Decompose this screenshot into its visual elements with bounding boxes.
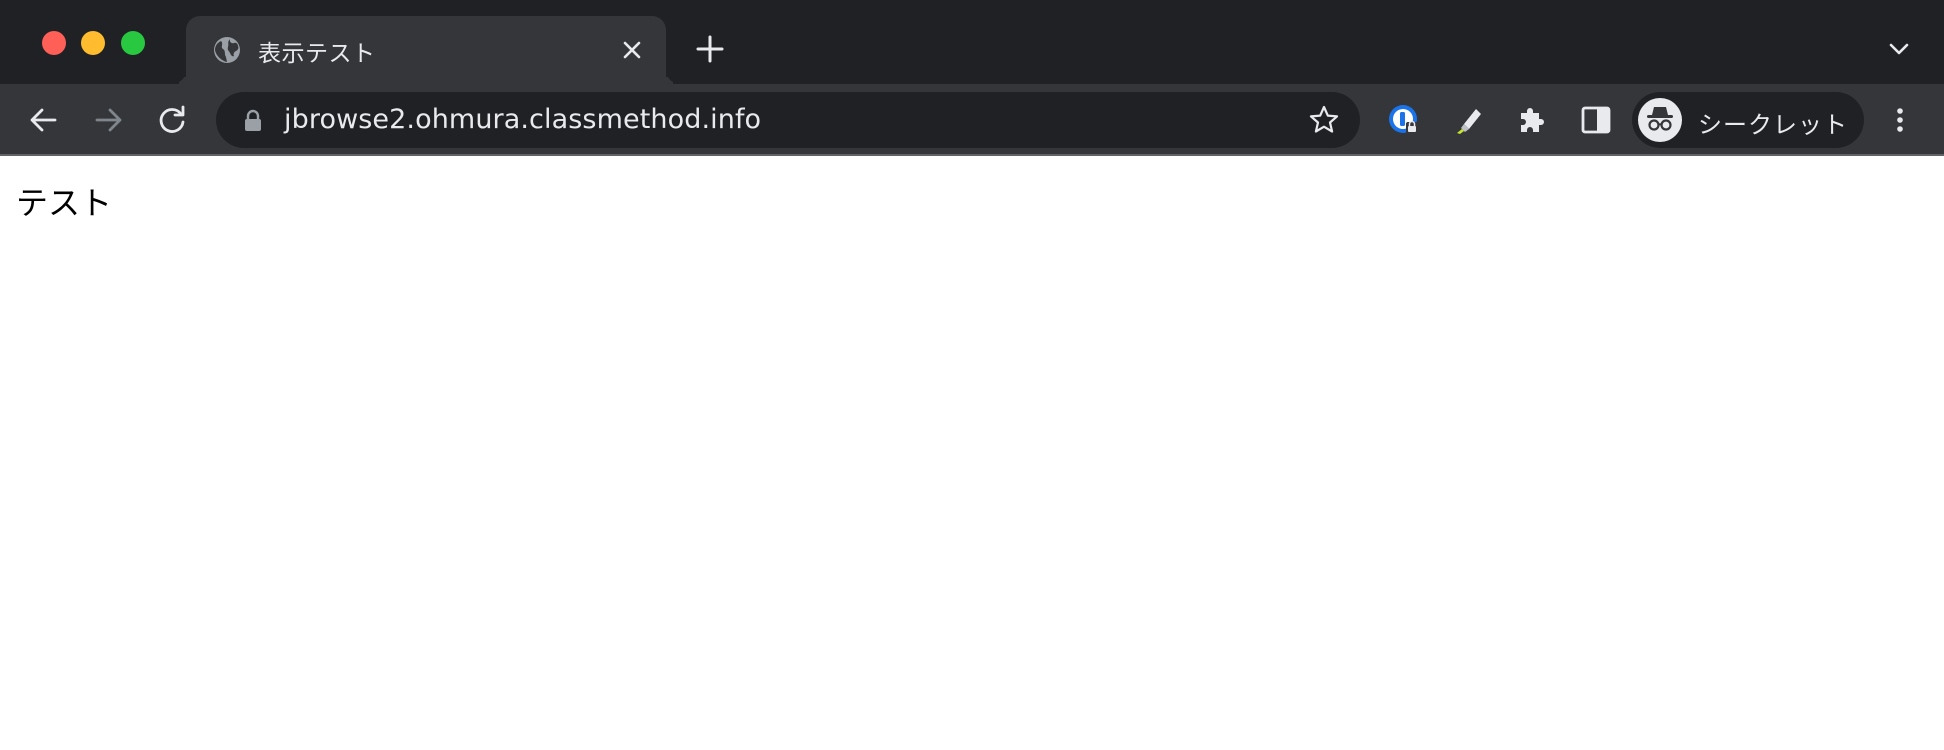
reload-icon[interactable] — [154, 102, 190, 138]
toolbar: jbrowse2.ohmura.classmethod.info シークレット — [0, 84, 1944, 156]
tab-title: 表示テスト — [258, 41, 376, 67]
side-panel-icon[interactable] — [1578, 102, 1614, 138]
close-icon[interactable] — [618, 36, 646, 64]
browser-window: 表示テスト jbrowse2.ohmura.classmethod.info シ… — [0, 0, 1944, 750]
kebab-menu-icon[interactable] — [1882, 102, 1918, 138]
arrow-left-icon[interactable] — [26, 102, 62, 138]
window-close-button[interactable] — [42, 31, 66, 55]
url-text[interactable]: jbrowse2.ohmura.classmethod.info — [284, 104, 761, 135]
plus-icon[interactable] — [694, 33, 726, 65]
globe-icon — [214, 37, 240, 63]
highlighter-icon[interactable] — [1450, 102, 1486, 138]
tab-strip: 表示テスト — [0, 0, 1944, 84]
incognito-icon — [1647, 107, 1673, 131]
puzzle-icon[interactable] — [1514, 102, 1550, 138]
active-tab[interactable]: 表示テスト — [186, 16, 666, 84]
chevron-down-icon[interactable] — [1884, 37, 1914, 61]
window-minimize-button[interactable] — [81, 31, 105, 55]
address-bar[interactable]: jbrowse2.ohmura.classmethod.info — [216, 92, 1360, 148]
page-text: テスト — [16, 184, 113, 222]
password-manager-icon[interactable] — [1386, 102, 1422, 138]
window-zoom-button[interactable] — [121, 31, 145, 55]
arrow-right-icon[interactable] — [90, 102, 126, 138]
avatar — [1638, 98, 1682, 142]
lock-icon[interactable] — [242, 109, 264, 133]
star-icon[interactable] — [1308, 104, 1340, 136]
profile-label: シークレット — [1698, 111, 1848, 139]
page-content: テスト — [0, 156, 1944, 750]
incognito-profile-button[interactable]: シークレット — [1632, 92, 1864, 148]
